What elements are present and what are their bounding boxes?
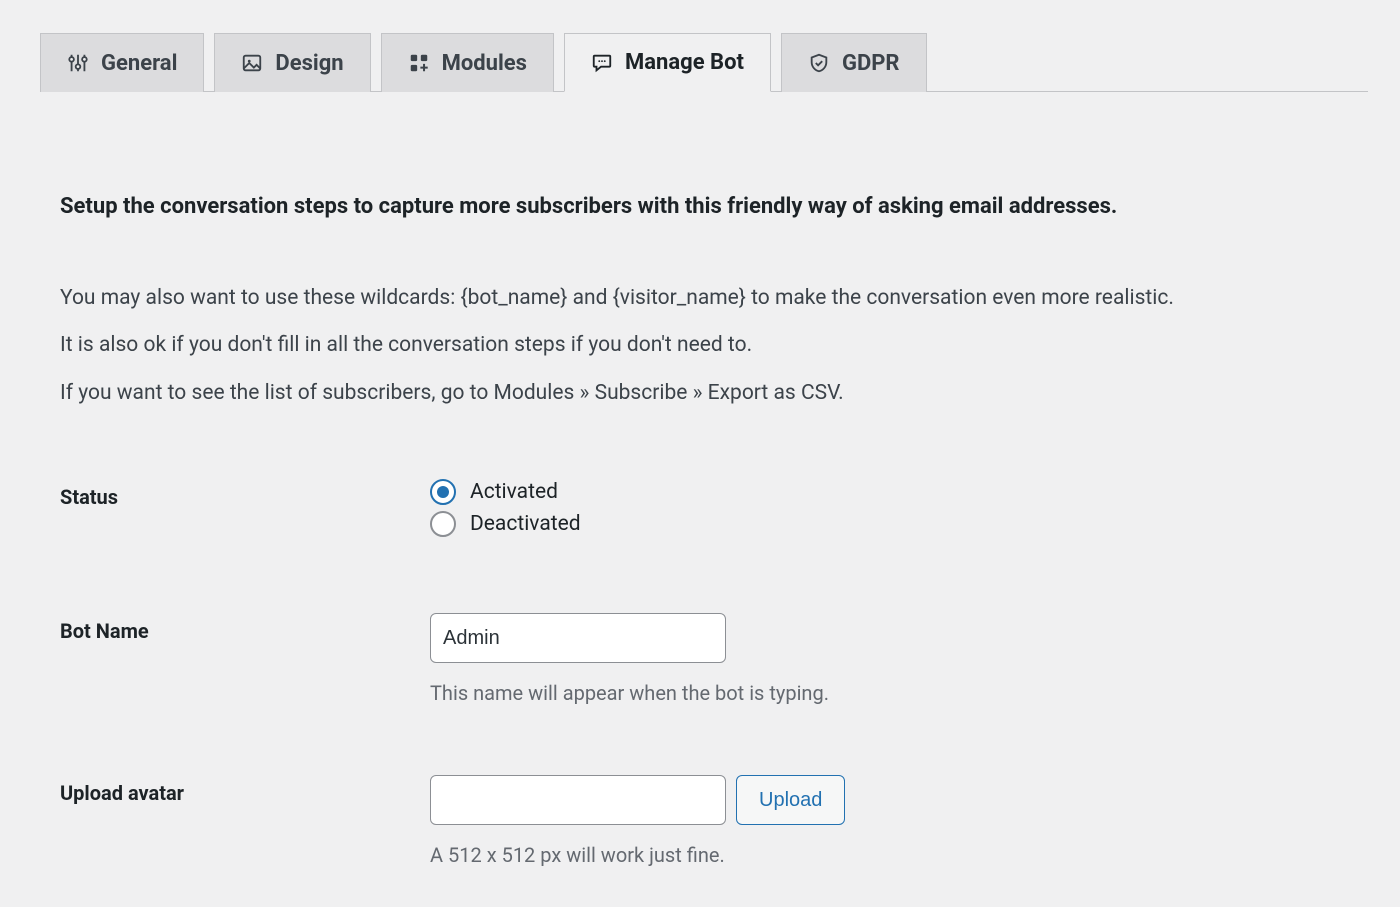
tab-manage-bot[interactable]: Manage Bot (564, 33, 771, 92)
settings-tabs: General Design Modules (40, 32, 1368, 92)
tab-label: Modules (442, 51, 527, 76)
bot-name-label: Bot Name (60, 613, 430, 643)
upload-avatar-help: A 512 x 512 px will work just fine. (430, 843, 1340, 867)
tab-general[interactable]: General (40, 33, 204, 92)
radio-label: Activated (470, 480, 558, 504)
tab-label: General (101, 51, 177, 76)
status-label: Status (60, 479, 430, 509)
chat-icon (591, 52, 613, 74)
intro-headline: Setup the conversation steps to capture … (60, 192, 1340, 223)
radio-icon (430, 479, 456, 505)
upload-avatar-label: Upload avatar (60, 775, 430, 805)
intro-paragraph-wildcards: You may also want to use these wildcards… (60, 283, 1340, 315)
bot-name-input[interactable] (430, 613, 726, 663)
tab-label: Manage Bot (625, 50, 744, 75)
sliders-icon (67, 52, 89, 74)
tab-label: GDPR (842, 51, 900, 76)
intro-paragraph-optional: It is also ok if you don't fill in all t… (60, 330, 1340, 362)
tab-modules[interactable]: Modules (381, 33, 554, 92)
radio-icon (430, 511, 456, 537)
status-radio-deactivated[interactable]: Deactivated (430, 511, 1340, 537)
tab-label: Design (275, 51, 343, 76)
tab-design[interactable]: Design (214, 33, 370, 92)
shield-icon (808, 52, 830, 74)
bot-name-help: This name will appear when the bot is ty… (430, 681, 1340, 705)
upload-button[interactable]: Upload (736, 775, 845, 825)
grid-add-icon (408, 52, 430, 74)
status-radio-activated[interactable]: Activated (430, 479, 1340, 505)
tab-gdpr[interactable]: GDPR (781, 33, 927, 92)
radio-label: Deactivated (470, 512, 581, 536)
upload-avatar-input[interactable] (430, 775, 726, 825)
image-icon (241, 52, 263, 74)
intro-paragraph-export: If you want to see the list of subscribe… (60, 378, 1340, 410)
